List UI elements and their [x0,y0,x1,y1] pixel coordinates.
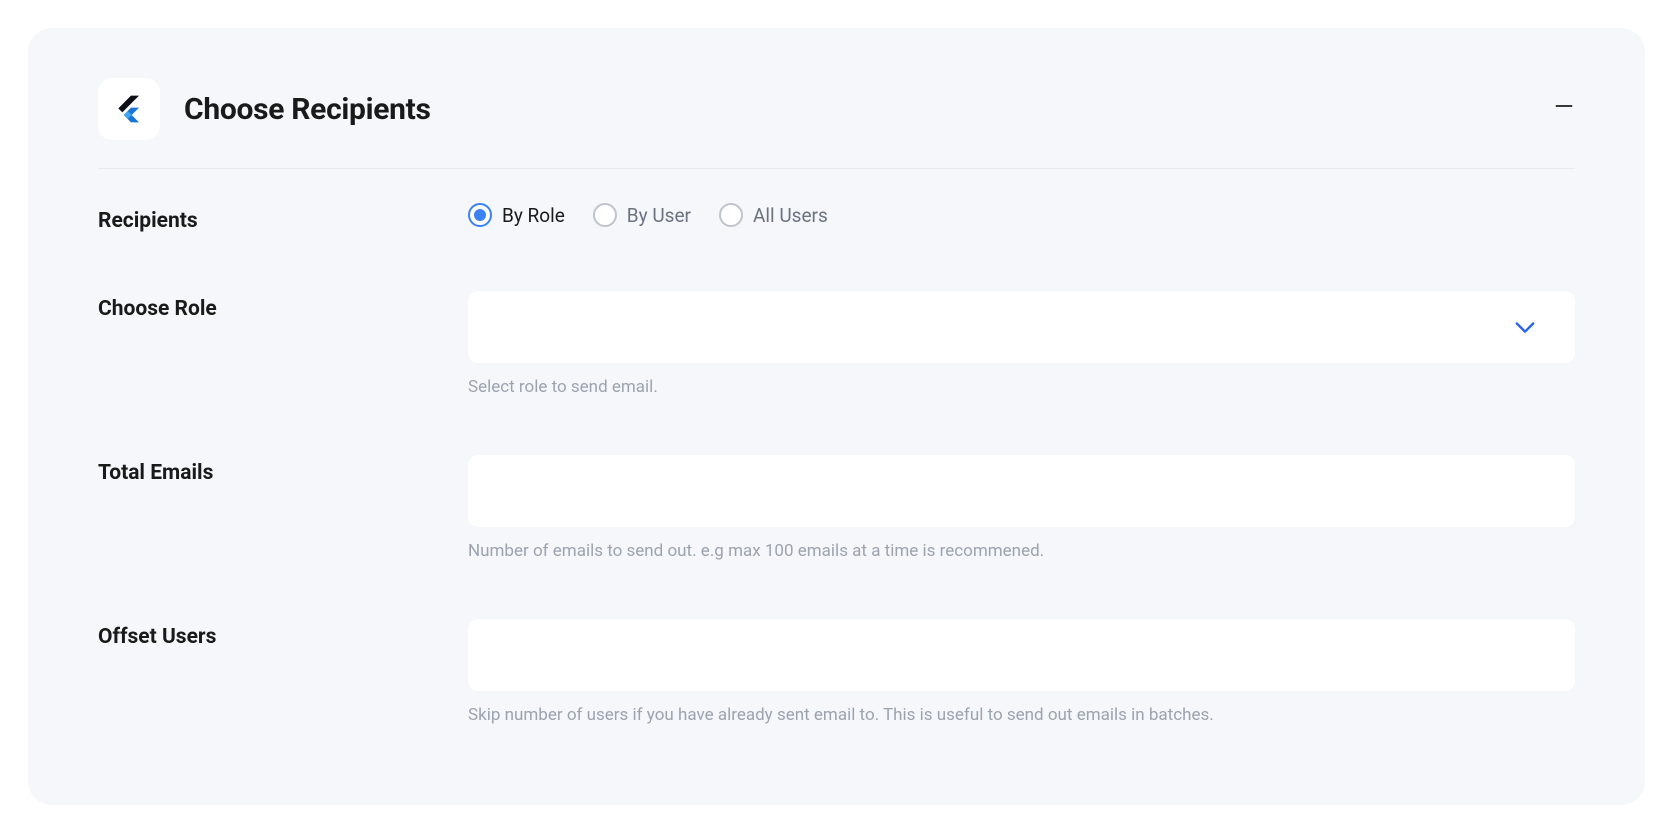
radio-label: All Users [753,204,828,227]
radio-label: By Role [502,204,565,227]
choose-recipients-panel: Choose Recipients Recipients By Role [28,28,1645,805]
chevron-down-icon [1511,313,1539,341]
offset-users-field: Skip number of users if you have already… [468,619,1575,725]
header-left: Choose Recipients [98,78,431,140]
total-emails-helper: Number of emails to send out. e.g max 10… [468,541,1575,561]
total-emails-field: Number of emails to send out. e.g max 10… [468,455,1575,561]
panel-title: Choose Recipients [184,92,431,127]
radio-by-user[interactable]: By User [593,203,691,227]
choose-role-label: Choose Role [98,291,468,321]
form-body: Recipients By Role By User [98,169,1575,725]
radio-dot-icon [474,209,486,221]
offset-users-input[interactable] [468,619,1575,691]
choose-role-field: Select role to send email. [468,291,1575,397]
recipients-label: Recipients [98,203,468,233]
radio-circle-icon [593,203,617,227]
radio-circle-icon [719,203,743,227]
choose-role-helper: Select role to send email. [468,377,1575,397]
app-logo [98,78,160,140]
total-emails-input[interactable] [468,455,1575,527]
radio-by-role[interactable]: By Role [468,203,565,227]
radio-circle-icon [468,203,492,227]
total-emails-row: Total Emails Number of emails to send ou… [98,455,1575,561]
radio-all-users[interactable]: All Users [719,203,828,227]
collapse-button[interactable] [1553,95,1575,123]
offset-users-label: Offset Users [98,619,468,649]
recipients-field: By Role By User All Users [468,203,1575,227]
choose-role-row: Choose Role Select role to send email. [98,291,1575,397]
offset-users-helper: Skip number of users if you have already… [468,705,1575,725]
panel-header: Choose Recipients [98,78,1575,169]
recipients-radio-group: By Role By User All Users [468,203,1575,227]
flutter-icon [113,93,145,125]
minus-icon [1553,95,1575,117]
offset-users-row: Offset Users Skip number of users if you… [98,619,1575,725]
total-emails-label: Total Emails [98,455,468,485]
radio-label: By User [627,204,691,227]
recipients-row: Recipients By Role By User [98,203,1575,233]
role-select[interactable] [468,291,1575,363]
